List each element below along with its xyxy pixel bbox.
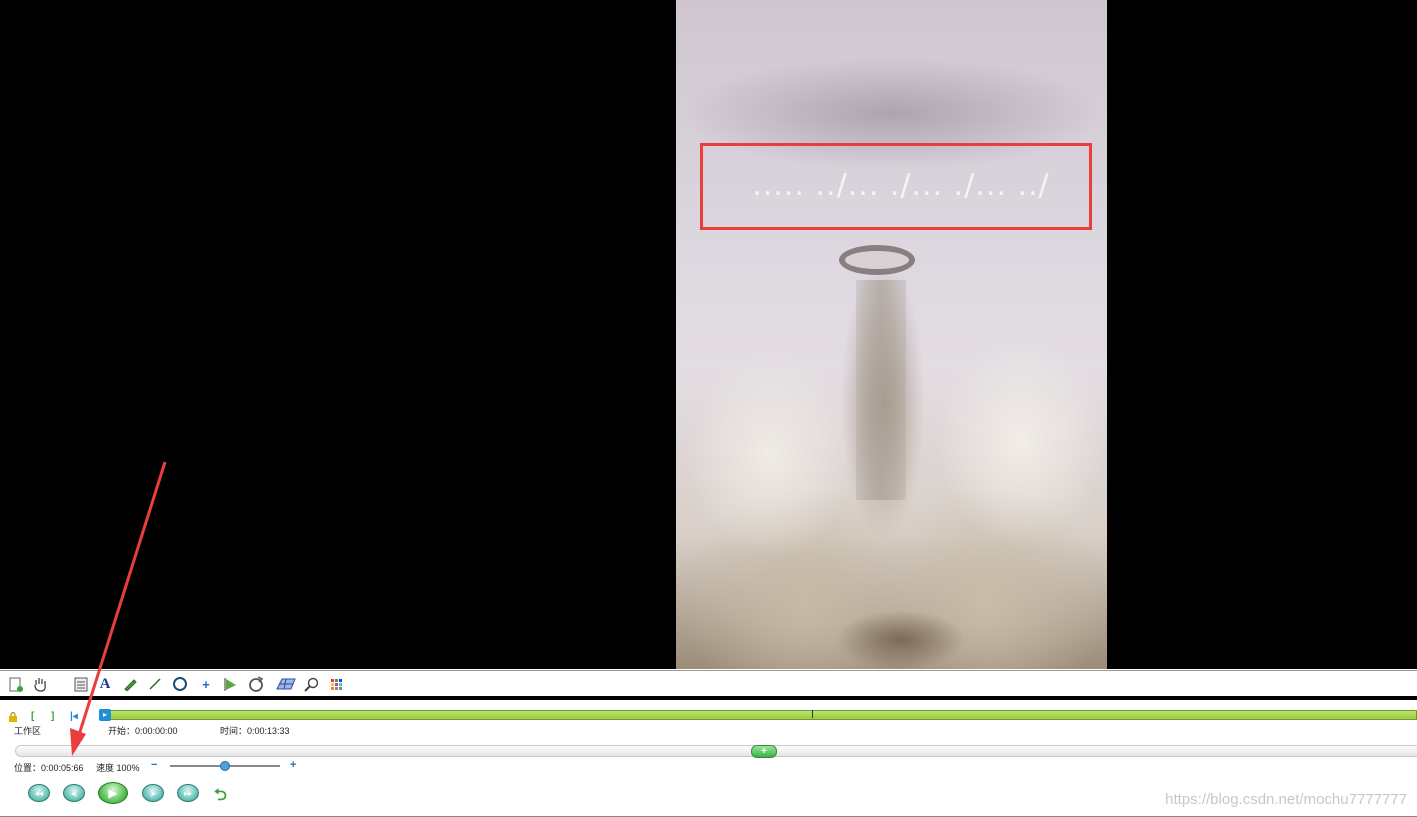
lock-icon[interactable]	[8, 711, 18, 725]
rocket-body	[856, 280, 906, 500]
start-time: 开始：0:00:00:00	[108, 726, 178, 736]
playback-scrubber[interactable]	[15, 745, 1417, 757]
text-icon[interactable]: A	[97, 676, 113, 692]
rewind-to-start-icon[interactable]: ◂◂	[28, 784, 50, 802]
workspace-label: 工作区	[14, 726, 42, 736]
color-palette-icon[interactable]	[328, 676, 344, 692]
loop-icon[interactable]: ⮌	[214, 784, 227, 811]
go-to-start-icon[interactable]: |◂	[70, 711, 78, 722]
play-icon[interactable]: ▶	[98, 782, 128, 804]
timeline-marker	[812, 710, 813, 718]
speed-decrease-icon[interactable]: −	[151, 759, 157, 771]
circle-icon[interactable]	[172, 676, 188, 692]
timeline-start-handle[interactable]: ▸	[99, 709, 111, 721]
watermark: https://blog.csdn.net/mochu7777777	[1165, 791, 1407, 808]
position-readout: 位置：0:00:05:66	[14, 763, 84, 773]
grid-icon[interactable]	[276, 676, 296, 692]
new-document-icon[interactable]	[8, 676, 24, 692]
highlight-annotation-box	[700, 143, 1092, 230]
line-icon[interactable]	[147, 676, 163, 692]
zoom-icon[interactable]	[303, 676, 319, 692]
speed-slider-thumb[interactable]	[220, 761, 230, 771]
rotate-icon[interactable]	[248, 676, 264, 692]
speed-readout: 速度 100%	[96, 763, 140, 773]
speed-increase-icon[interactable]: +	[290, 759, 296, 771]
pen-icon[interactable]	[122, 676, 138, 692]
triangle-flag-icon[interactable]	[222, 676, 238, 692]
drawing-toolbar: A +	[0, 670, 1417, 697]
plus-icon[interactable]: +	[198, 676, 214, 692]
video-frame: ..... ../... ./... ./... ../	[676, 0, 1107, 669]
step-forward-icon[interactable]: |▸	[142, 784, 164, 802]
step-back-icon[interactable]: ◂|	[63, 784, 85, 802]
forward-to-end-icon[interactable]: ▸▸	[177, 784, 199, 802]
mark-in-icon[interactable]: [	[31, 711, 34, 722]
hand-icon[interactable]	[32, 676, 48, 692]
mark-out-icon[interactable]: ]	[51, 711, 54, 722]
duration: 时间：0:00:13:33	[220, 726, 290, 736]
workspace-timeline[interactable]	[99, 710, 1417, 720]
video-canvas: ..... ../... ./... ./... ../	[0, 0, 1417, 669]
timeline-panel: [ ] |◂ ▸ 工作区 开始：0:00:00:00 时间：0:00:13:33…	[0, 700, 1417, 817]
page-icon[interactable]	[73, 676, 89, 692]
rocket-ring	[839, 245, 915, 275]
smoke	[836, 610, 966, 669]
scrubber-thumb[interactable]: +	[751, 745, 777, 758]
